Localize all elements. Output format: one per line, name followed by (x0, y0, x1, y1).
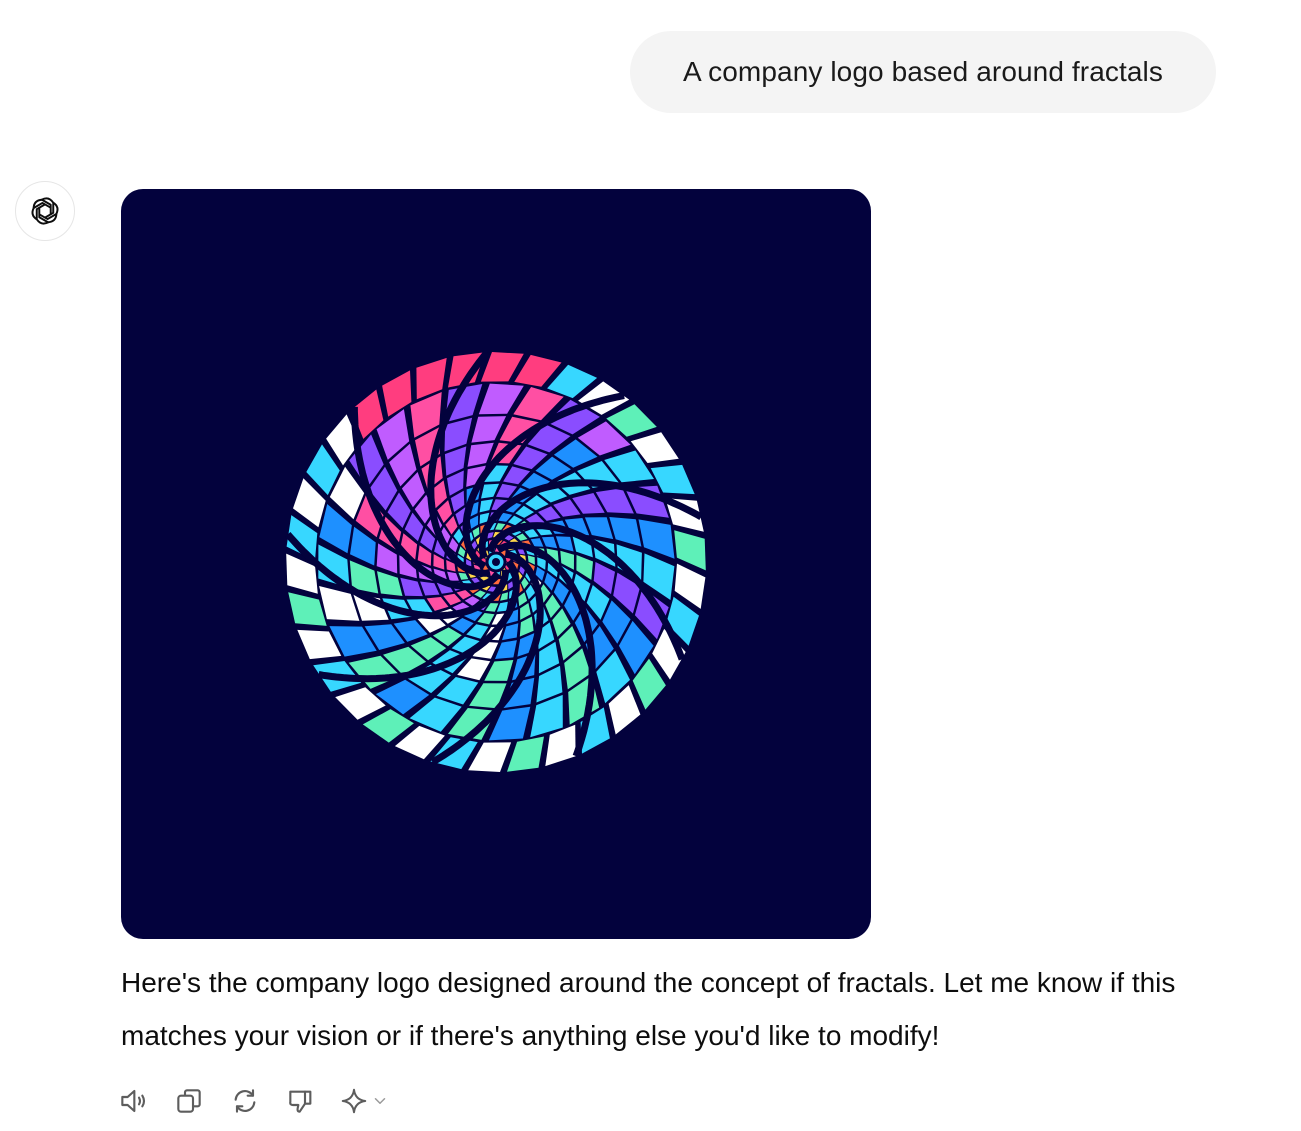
chevron-down-icon (374, 1098, 386, 1104)
regenerate-button[interactable] (227, 1083, 263, 1119)
generated-logo-image[interactable] (121, 189, 871, 939)
speaker-icon (121, 1089, 146, 1113)
fractal-logo-graphic (285, 349, 706, 772)
user-message-bubble: A company logo based around fractals (630, 31, 1216, 113)
message-action-bar (115, 1083, 415, 1119)
model-switcher-button[interactable] (339, 1083, 395, 1119)
read-aloud-button[interactable] (115, 1083, 151, 1119)
bad-response-button[interactable] (283, 1083, 319, 1119)
assistant-avatar (15, 181, 75, 241)
refresh-icon (234, 1089, 256, 1113)
assistant-reply-text: Here's the company logo designed around … (121, 967, 1176, 1051)
user-message-text: A company logo based around fractals (683, 56, 1163, 87)
copy-icon (177, 1089, 201, 1113)
copy-button[interactable] (171, 1083, 207, 1119)
openai-logo-icon (31, 197, 59, 225)
thumbs-down-icon (289, 1090, 312, 1113)
sparkle-icon (341, 1088, 367, 1114)
